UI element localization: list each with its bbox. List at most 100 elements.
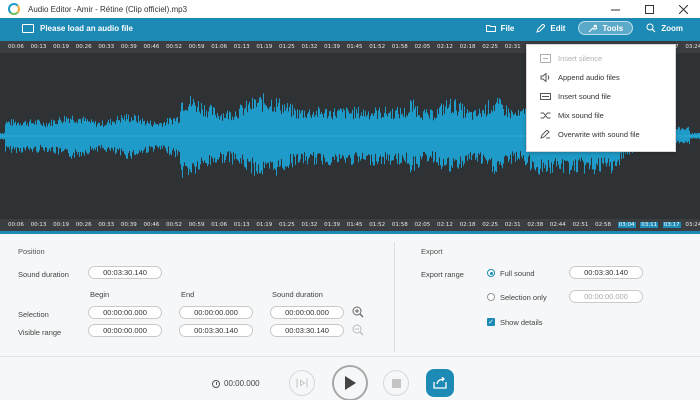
magnifier-icon	[646, 23, 656, 33]
menu-zoom[interactable]: Zoom	[637, 21, 692, 35]
timeline-tick-label: 01:19	[256, 222, 273, 228]
play-button[interactable]	[332, 365, 368, 400]
menu-append-audio[interactable]: Append audio files	[527, 68, 675, 87]
visible-duration-input[interactable]: 00:03:30.140	[270, 324, 344, 337]
overwrite-sound-label: Overwrite with sound file	[558, 130, 640, 139]
menu-insert-silence[interactable]: Insert silence	[527, 49, 675, 68]
timeline-tick-label: 00:39	[120, 222, 137, 228]
window-title: Audio Editor -Amir - Rétine (Clip offici…	[28, 4, 188, 14]
timeline-tick-label: 00:26	[75, 44, 92, 50]
show-details-label[interactable]: Show details	[500, 318, 543, 327]
timeline-tick-label: 02:38	[527, 222, 544, 228]
selection-label: Selection	[18, 310, 49, 319]
selection-begin-input[interactable]: 00:00:00.000	[88, 306, 162, 319]
menu-edit-label: Edit	[550, 23, 566, 33]
timeline-tick-label: 00:46	[143, 44, 160, 50]
timeline-tick-label: 03:17	[662, 222, 681, 228]
timeline-tick-label: 01:58	[391, 222, 408, 228]
main-menu: File Edit Tools Zoom	[473, 18, 692, 38]
export-button[interactable]	[426, 369, 454, 397]
timeline-tick-label: 01:32	[301, 222, 318, 228]
menu-file-label: File	[500, 23, 515, 33]
minimize-button[interactable]	[598, 0, 632, 18]
menu-insert-sound[interactable]: Insert sound file	[527, 87, 675, 106]
full-sound-radio[interactable]	[487, 269, 495, 277]
timeline-tick-label: 02:25	[482, 44, 499, 50]
selection-duration-input[interactable]: 00:00:00.000	[270, 306, 344, 319]
timeline-tick-label: 02:51	[572, 222, 589, 228]
timeline-tick-label: 00:13	[30, 44, 47, 50]
menu-file[interactable]: File	[477, 21, 524, 35]
stop-button[interactable]	[383, 370, 409, 396]
selection-only-radio[interactable]	[487, 293, 495, 301]
timeline-tick-label: 00:06	[8, 222, 24, 228]
insert-sound-label: Insert sound file	[558, 92, 611, 101]
sound-duration-label: Sound duration	[18, 270, 69, 279]
column-duration-header: Sound duration	[272, 290, 323, 299]
maximize-button[interactable]	[632, 0, 666, 18]
timeline-tick-label: 01:25	[278, 44, 295, 50]
timeline-tick-label: 01:58	[391, 44, 408, 50]
timeline-tick-label: 01:39	[324, 44, 340, 50]
minimize-icon	[610, 9, 620, 10]
selection-end-input[interactable]: 00:00:00.000	[179, 306, 253, 319]
selection-only-field: 00:00:00.000	[569, 290, 643, 303]
timeline-tick-label: 00:13	[30, 222, 47, 228]
load-file-icon[interactable]	[22, 23, 34, 33]
play-selection-icon	[296, 378, 308, 388]
window-controls	[598, 0, 700, 18]
menu-edit[interactable]: Edit	[527, 21, 574, 35]
current-time-text: 00:00.000	[224, 379, 260, 388]
timeline-tick-label: 01:19	[256, 44, 273, 50]
timeline-tick-label: 00:06	[8, 44, 24, 50]
overwrite-sound-icon	[540, 130, 550, 139]
timeline-tick-label: 01:13	[233, 44, 250, 50]
tools-dropdown-menu: Insert silence Append audio files Insert…	[526, 44, 676, 152]
timeline-tick-label: 03:24	[685, 222, 700, 228]
column-end-header: End	[181, 290, 195, 299]
timeline-tick-label: 03:24	[685, 44, 700, 50]
timeline-tick-label: 02:58	[595, 222, 611, 228]
visible-range-label: Visible range	[18, 328, 62, 337]
current-time-display: 00:00.000	[212, 379, 260, 388]
timeline-tick-label: 03:11	[640, 222, 659, 228]
menu-tools[interactable]: Tools	[578, 21, 634, 35]
mix-sound-icon	[540, 112, 551, 119]
close-button[interactable]	[666, 0, 700, 18]
zoom-out-icon[interactable]	[352, 324, 364, 336]
menu-tools-label: Tools	[602, 23, 624, 33]
timeline-tick-label: 00:52	[166, 44, 182, 50]
visible-end-input[interactable]: 00:03:30.140	[179, 324, 253, 337]
zoom-in-icon[interactable]	[352, 306, 364, 318]
timeline-tick-label: 01:13	[233, 222, 250, 228]
visible-begin-input[interactable]: 00:00:00.000	[88, 324, 162, 337]
show-details-checkbox[interactable]: ✓	[487, 318, 495, 326]
menu-mix-sound[interactable]: Mix sound file	[527, 106, 675, 125]
timeline-tick-label: 01:45	[346, 44, 363, 50]
timeline-tick-label: 00:52	[166, 222, 182, 228]
title-bar: Audio Editor -Amir - Rétine (Clip offici…	[0, 0, 700, 18]
timeline-tick-label: 01:45	[346, 222, 363, 228]
timeline-tick-label: 00:19	[53, 222, 70, 228]
insert-sound-icon	[540, 93, 551, 100]
mix-sound-label: Mix sound file	[558, 111, 604, 120]
timeline-tick-label: 02:05	[414, 222, 431, 228]
timeline-ruler-bottom[interactable]: 00:06 00:13 00:19 00:26 00:33 00:39 00:46 00:52…	[0, 219, 700, 231]
folder-icon	[485, 25, 496, 32]
timeline-tick-label: 01:39	[324, 222, 340, 228]
play-selection-button[interactable]	[289, 370, 315, 396]
menu-overwrite-sound[interactable]: Overwrite with sound file	[527, 125, 675, 144]
selection-only-label[interactable]: Selection only	[500, 293, 547, 302]
load-file-label[interactable]: Please load an audio file	[40, 24, 133, 33]
play-icon	[345, 376, 356, 390]
timeline-tick-label: 02:25	[482, 222, 499, 228]
transport-bar: 00:00.000	[0, 356, 700, 400]
timeline-tick-label: 02:31	[504, 44, 521, 50]
timeline-tick-label: 02:12	[437, 222, 453, 228]
wrench-icon	[589, 24, 598, 32]
export-section-title: Export	[421, 247, 443, 256]
timeline-tick-label: 00:39	[120, 44, 137, 50]
timeline-tick-label: 01:52	[369, 222, 386, 228]
timeline-tick-label: 00:59	[188, 44, 205, 50]
full-sound-label[interactable]: Full sound	[500, 269, 535, 278]
